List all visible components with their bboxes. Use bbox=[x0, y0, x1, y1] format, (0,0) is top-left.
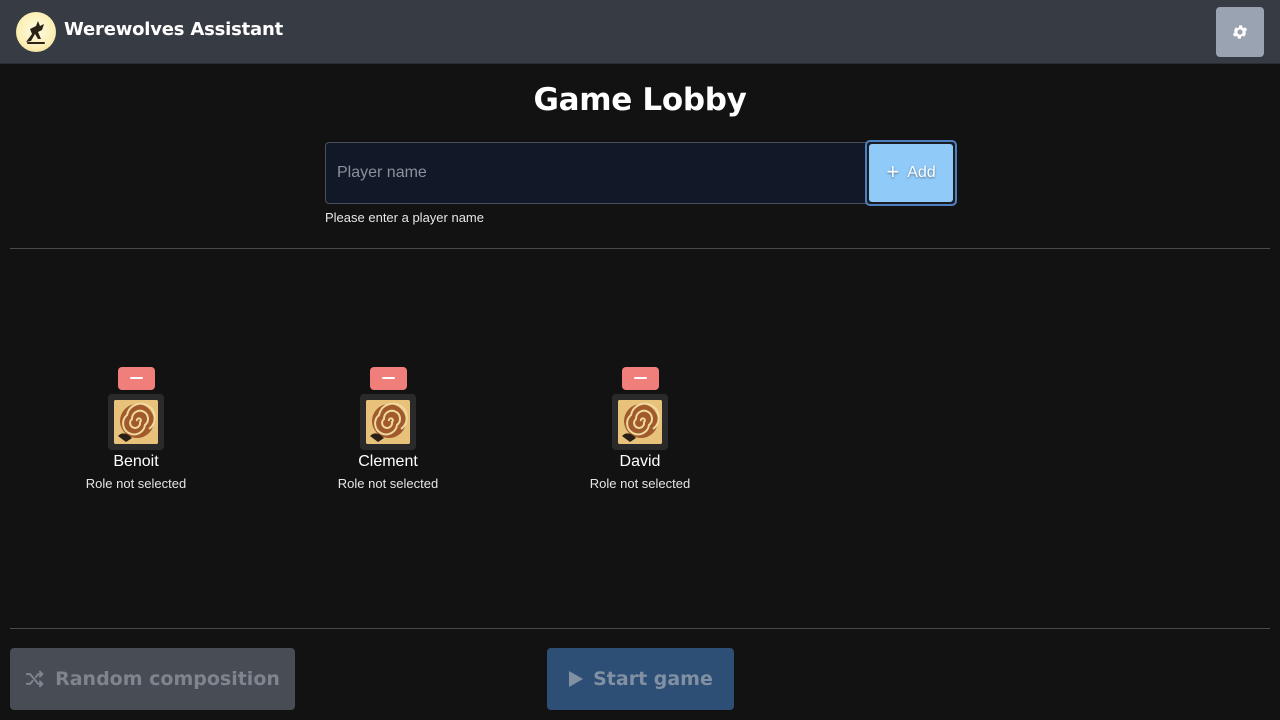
settings-button[interactable] bbox=[1216, 7, 1264, 57]
spiral-role-icon bbox=[366, 400, 410, 444]
start-game-label: Start game bbox=[593, 668, 713, 690]
player-name-input[interactable] bbox=[325, 142, 866, 204]
howling-wolf-icon bbox=[16, 12, 56, 52]
role-avatar bbox=[612, 394, 668, 450]
plus-icon: + bbox=[886, 158, 900, 184]
spiral-role-icon bbox=[618, 400, 662, 444]
remove-player-button[interactable] bbox=[622, 367, 659, 390]
player-name: Benoit bbox=[113, 453, 159, 470]
gear-icon bbox=[1232, 25, 1248, 39]
divider bbox=[10, 628, 1270, 629]
player-name: Clement bbox=[358, 453, 418, 470]
spiral-role-icon bbox=[114, 400, 158, 444]
shuffle-icon bbox=[25, 670, 44, 688]
random-composition-label: Random composition bbox=[55, 668, 280, 690]
add-player-button-face[interactable]: + Add bbox=[869, 144, 953, 202]
top-app-bar: Werewolves Assistant bbox=[0, 0, 1280, 64]
player-role-status: Role not selected bbox=[337, 476, 439, 491]
role-avatar bbox=[108, 394, 164, 450]
player-role-status: Role not selected bbox=[589, 476, 691, 491]
input-hint: Please enter a player name bbox=[325, 210, 484, 225]
start-game-button[interactable]: Start game bbox=[547, 648, 734, 710]
remove-player-button[interactable] bbox=[370, 367, 407, 390]
random-composition-button[interactable]: Random composition bbox=[10, 648, 295, 710]
app-title: Werewolves Assistant bbox=[64, 19, 284, 40]
add-player-button[interactable]: + Add bbox=[865, 140, 957, 206]
add-button-label: Add bbox=[907, 164, 936, 181]
remove-player-button[interactable] bbox=[118, 367, 155, 390]
page-title: Game Lobby bbox=[533, 82, 747, 118]
role-avatar bbox=[360, 394, 416, 450]
play-icon bbox=[569, 671, 584, 687]
divider bbox=[10, 248, 1270, 249]
player-role-status: Role not selected bbox=[85, 476, 187, 491]
player-name: David bbox=[619, 453, 661, 470]
